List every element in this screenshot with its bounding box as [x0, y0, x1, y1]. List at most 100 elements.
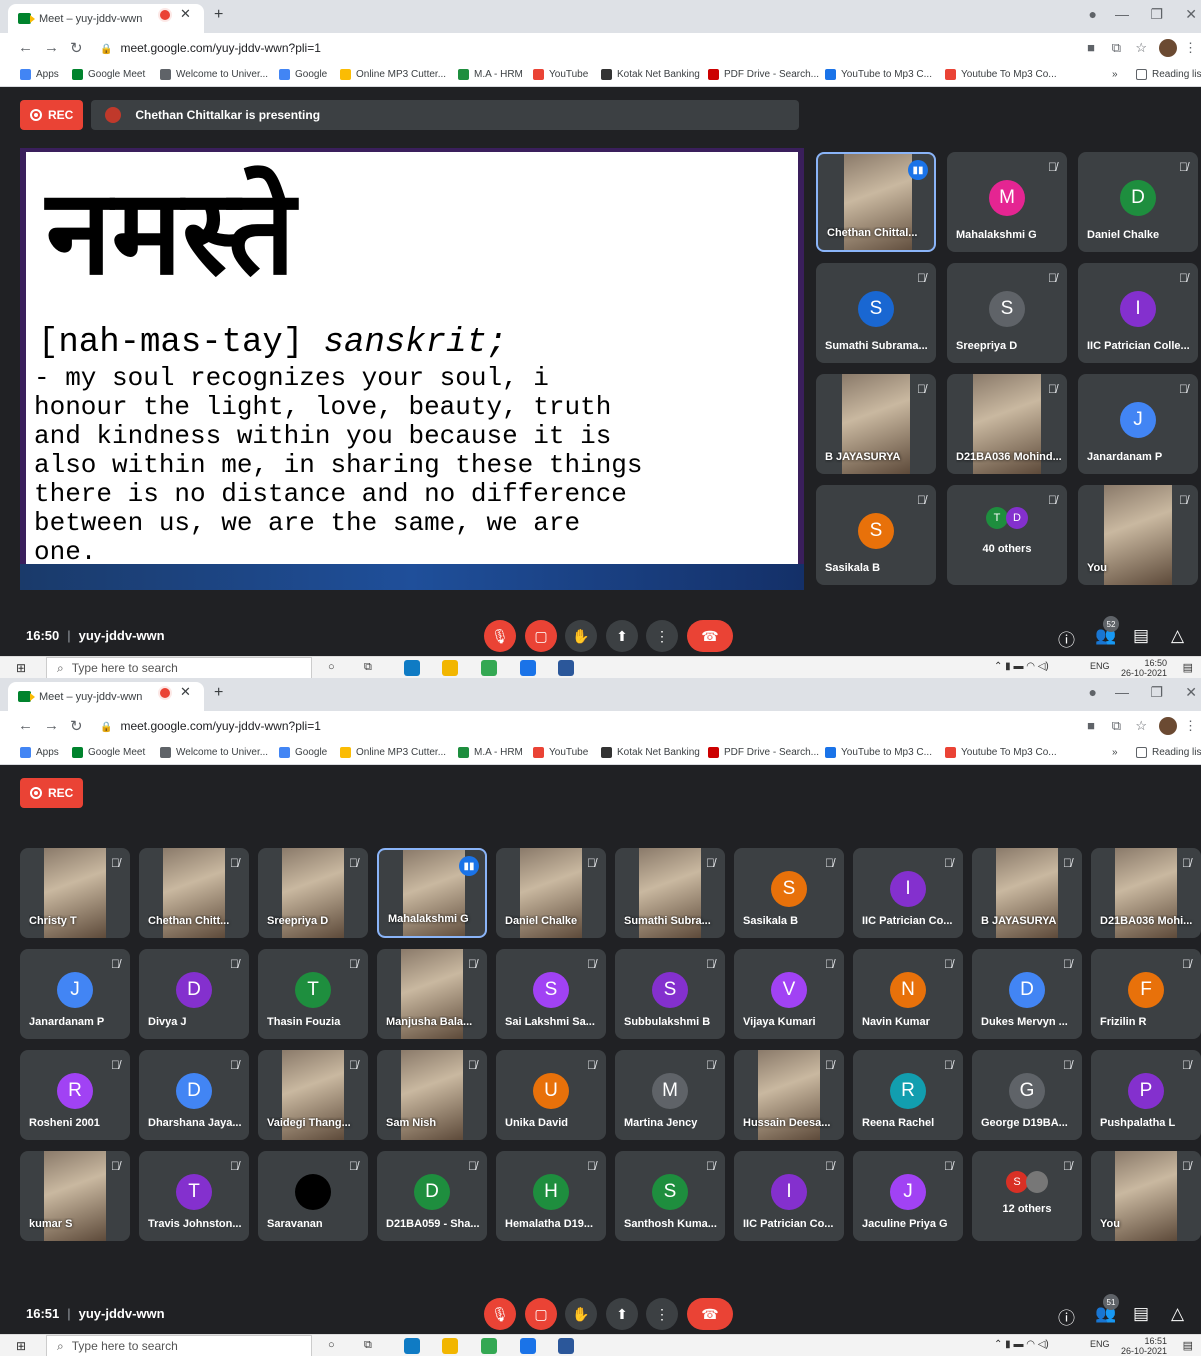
participant-tile[interactable]: 🎙̸ You [1078, 485, 1198, 585]
menu-icon[interactable]: ⋮ [1184, 40, 1197, 56]
participant-tile[interactable]: T 🎙̸ Thasin Fouzia [258, 949, 368, 1039]
share-icon[interactable]: ⧉ [1112, 40, 1121, 56]
profile-avatar[interactable] [1159, 39, 1177, 57]
activities-button[interactable]: △ [1171, 1304, 1184, 1324]
camera-toggle-button[interactable]: ▢ [525, 620, 557, 652]
participant-tile[interactable]: J 🎙̸ Janardanam P [1078, 374, 1198, 474]
word-icon[interactable] [558, 1338, 574, 1354]
bookmark-item[interactable]: YouTube [533, 747, 588, 758]
bookmark-item[interactable]: Youtube To Mp3 Co... [945, 69, 1057, 80]
minimize-button[interactable]: — [1115, 6, 1129, 22]
participant-tile[interactable]: 🎙̸ Manjusha Bala... [377, 949, 487, 1039]
bookmarks-overflow-icon[interactable]: » [1112, 69, 1118, 80]
participant-tile[interactable]: S 🎙̸ Santhosh Kuma... [615, 1151, 725, 1241]
bookmark-item[interactable]: Welcome to Univer... [160, 747, 268, 758]
browser-tab[interactable]: Meet – yuy-jddv-wwn [8, 682, 204, 711]
app-icon[interactable] [520, 1338, 536, 1354]
participant-tile[interactable]: S 🎙̸ Sasikala B [734, 848, 844, 938]
cortana-icon[interactable]: ○ [328, 1339, 335, 1351]
browser-tab[interactable]: Meet – yuy-jddv-wwn [8, 4, 204, 33]
participant-tile[interactable]: D 🎙̸ Dharshana Jaya... [139, 1050, 249, 1140]
participant-tile[interactable]: D 🎙̸ Divya J [139, 949, 249, 1039]
close-window-button[interactable]: ✕ [1185, 684, 1197, 701]
chrome-icon[interactable] [481, 1338, 497, 1354]
participant-tile[interactable]: R 🎙̸ Reena Rachel [853, 1050, 963, 1140]
participant-tile[interactable]: 🎙̸ D21BA036 Mohind... [947, 374, 1067, 474]
tray-icons[interactable]: ⌃ ▮ ▬ ◠ ◁) [994, 661, 1049, 672]
bookmark-item[interactable]: M.A - HRM [458, 69, 523, 80]
participant-tile[interactable]: S 🎙̸ Sai Lakshmi Sa... [496, 949, 606, 1039]
taskbar-clock[interactable]: 16:50 26-10-2021 [1121, 658, 1167, 678]
participant-tile[interactable]: J 🎙̸ Janardanam P [20, 949, 130, 1039]
participant-tile[interactable]: D 🎙̸ Dukes Mervyn ... [972, 949, 1082, 1039]
forward-icon[interactable]: → [44, 39, 59, 56]
edge-icon[interactable] [404, 1338, 420, 1354]
close-tab-icon[interactable]: ✕ [180, 684, 191, 700]
participant-tile[interactable]: S 🎙̸ Sumathi Subrama... [816, 263, 936, 363]
activities-button[interactable]: △ [1171, 626, 1184, 646]
rec-indicator[interactable]: REC [20, 100, 84, 130]
new-tab-button[interactable]: + [214, 6, 223, 24]
participant-tile[interactable]: ▮▮ Mahalakshmi G [377, 848, 487, 938]
bookmark-item[interactable]: PDF Drive - Search... [708, 747, 819, 758]
windows-start-icon[interactable]: ⊞ [16, 661, 26, 675]
minimize-button[interactable]: — [1115, 684, 1129, 700]
participant-tile[interactable]: F 🎙̸ Frizilin R [1091, 949, 1201, 1039]
present-button[interactable]: ⬆ [606, 1298, 638, 1330]
back-icon[interactable]: ← [18, 717, 33, 734]
bookmark-item[interactable]: Google [279, 69, 327, 80]
people-button[interactable]: 👥 52 [1095, 616, 1119, 646]
chat-button[interactable]: ▤ [1133, 626, 1149, 646]
participant-tile[interactable]: M 🎙̸ Martina Jency [615, 1050, 725, 1140]
close-tab-icon[interactable]: ✕ [180, 6, 191, 22]
tray-icons[interactable]: ⌃ ▮ ▬ ◠ ◁) [994, 1339, 1049, 1350]
bookmark-item[interactable]: Apps [20, 747, 59, 758]
participant-tile[interactable]: 🎙̸ kumar S [20, 1151, 130, 1241]
participant-tile[interactable]: 🎙̸ Sumathi Subra... [615, 848, 725, 938]
bookmarks-overflow-icon[interactable]: » [1112, 747, 1118, 758]
reading-list-button[interactable]: Reading list [1136, 69, 1201, 80]
meeting-info-button[interactable]: ⓘ [1058, 1304, 1075, 1329]
star-icon[interactable]: ☆ [1135, 718, 1147, 734]
participant-tile[interactable]: S 🎙̸ Subbulakshmi B [615, 949, 725, 1039]
edge-icon[interactable] [404, 660, 420, 676]
notifications-icon[interactable]: ▤ [1183, 1339, 1193, 1352]
notifications-icon[interactable]: ▤ [1183, 661, 1193, 674]
leave-call-button[interactable]: ☎ [687, 1298, 733, 1330]
profile-dot-icon[interactable]: ● [1089, 6, 1097, 22]
rec-indicator[interactable]: REC [20, 778, 84, 808]
reload-icon[interactable]: ↻ [70, 39, 83, 57]
back-icon[interactable]: ← [18, 39, 33, 56]
cortana-icon[interactable]: ○ [328, 661, 335, 673]
bookmark-item[interactable]: YouTube to Mp3 C... [825, 69, 932, 80]
camera-icon[interactable]: ■ [1087, 718, 1095, 733]
participant-tile[interactable]: 🎙̸ Saravanan [258, 1151, 368, 1241]
url-field[interactable]: 🔒 meet.google.com/yuy-jddv-wwn?pli=1 [100, 41, 321, 55]
word-icon[interactable] [558, 660, 574, 676]
participant-tile[interactable]: D 🎙̸ Daniel Chalke [1078, 152, 1198, 252]
participant-tile[interactable]: R 🎙̸ Rosheni 2001 [20, 1050, 130, 1140]
participant-tile[interactable]: 🎙̸ Sam Nish [377, 1050, 487, 1140]
bookmark-item[interactable]: Kotak Net Banking [601, 747, 700, 758]
bookmark-item[interactable]: Online MP3 Cutter... [340, 69, 446, 80]
taskbar-search[interactable]: ⌕ Type here to search [46, 657, 312, 678]
participant-tile[interactable]: 🎙̸ Vaidegi Thang... [258, 1050, 368, 1140]
participant-tile[interactable]: 🎙̸ B JAYASURYA [972, 848, 1082, 938]
participant-tile[interactable]: I 🎙̸ IIC Patrician Co... [853, 848, 963, 938]
windows-start-icon[interactable]: ⊞ [16, 1339, 26, 1353]
profile-dot-icon[interactable]: ● [1089, 684, 1097, 700]
participant-tile[interactable]: 🎙̸ D21BA036 Mohi... [1091, 848, 1201, 938]
forward-icon[interactable]: → [44, 717, 59, 734]
maximize-button[interactable]: ❐ [1150, 684, 1163, 701]
raise-hand-button[interactable]: ✋ [565, 620, 597, 652]
new-tab-button[interactable]: + [214, 684, 223, 702]
participant-tile[interactable]: S 🎙̸ Sasikala B [816, 485, 936, 585]
bookmark-item[interactable]: Google [279, 747, 327, 758]
bookmark-item[interactable]: Apps [20, 69, 59, 80]
meeting-info-button[interactable]: ⓘ [1058, 626, 1075, 651]
participant-tile[interactable]: 🎙̸ You [1091, 1151, 1201, 1241]
chrome-icon[interactable] [481, 660, 497, 676]
participant-tile[interactable]: 🎙̸ Hussain Deesa... [734, 1050, 844, 1140]
participant-tile[interactable]: D 🎙̸ D21BA059 - Sha... [377, 1151, 487, 1241]
explorer-icon[interactable] [442, 1338, 458, 1354]
